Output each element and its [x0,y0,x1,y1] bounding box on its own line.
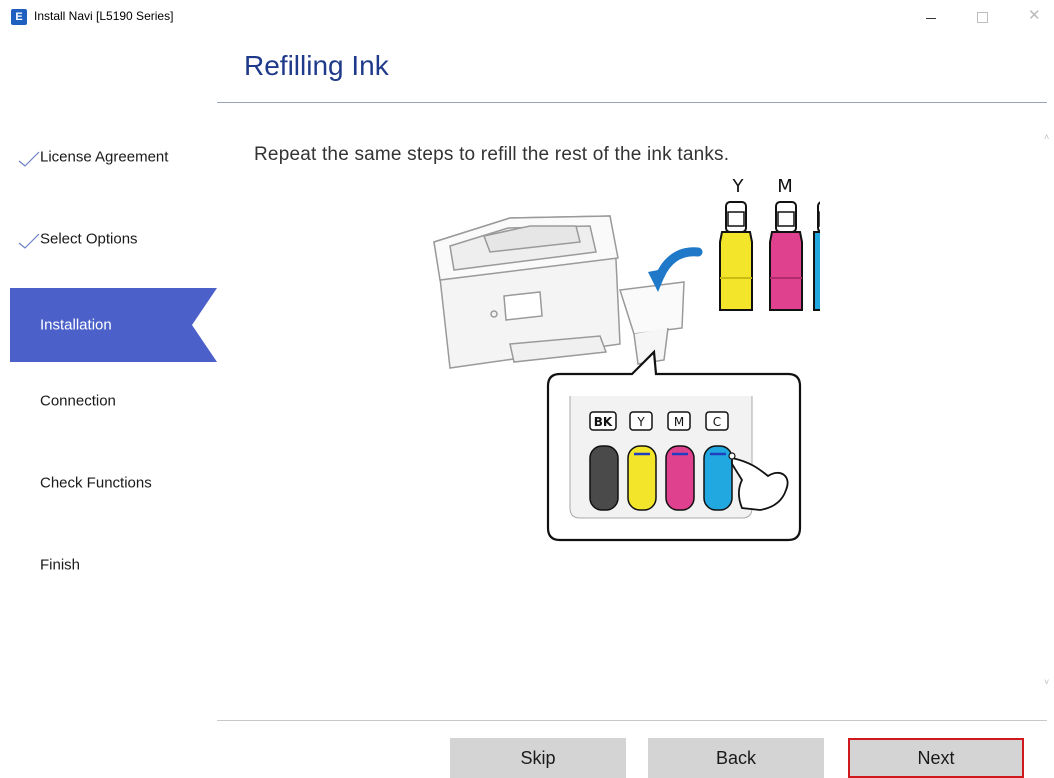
step-label: Check Functions [40,474,152,492]
maximize-button[interactable] [977,12,988,23]
step-installation: Installation [10,288,217,362]
app-icon: E [11,9,27,25]
step-select-options: Select Options [10,202,217,276]
step-check-functions: Check Functions [10,446,217,520]
step-label: License Agreement [40,148,169,166]
cyan-bottle [813,201,820,311]
title-bar: E Install Navi [L5190 Series] ✕ [0,0,1054,36]
bottle-label-m: M [777,176,793,197]
tank-label-c: C [713,415,721,429]
instruction-text: Repeat the same steps to refill the rest… [254,144,730,165]
page-title: Refilling Ink [244,50,389,81]
step-label: Connection [40,392,116,410]
magenta-bottle [769,201,803,311]
scroll-up-arrow-icon[interactable]: ˄ [1044,132,1049,142]
tank-label-y: Y [636,415,645,429]
step-connection: Connection [10,364,217,438]
active-step-pointer [192,288,217,362]
scroll-down-arrow-icon[interactable]: ˅ [1044,677,1049,687]
step-label: Select Options [40,230,138,248]
header-divider [217,102,1047,103]
next-button[interactable]: Next [848,738,1024,778]
step-label: Finish [40,556,81,574]
skip-button[interactable]: Skip [450,738,626,778]
window-title: Install Navi [L5190 Series] [34,9,174,23]
step-finish: Finish [10,528,217,602]
ink-bottles [719,201,820,311]
step-license-agreement: License Agreement [10,120,217,194]
tank-label-bk: BK [594,415,613,429]
minimize-button[interactable] [926,18,936,19]
bottle-label-y: Y [732,176,745,197]
checkmark-icon [18,151,40,167]
close-button[interactable]: ✕ [1028,6,1041,24]
refill-ink-illustration: Y M C BK Y M C [433,176,820,542]
yellow-bottle [719,201,753,311]
content-scrollbar[interactable]: ˄ ˅ [1044,122,1054,712]
step-label: Installation [40,316,112,334]
checkmark-icon [18,233,40,249]
tank-label-m: M [674,415,684,429]
printer-drawing [433,215,685,369]
back-button[interactable]: Back [648,738,824,778]
footer-divider [217,720,1047,721]
